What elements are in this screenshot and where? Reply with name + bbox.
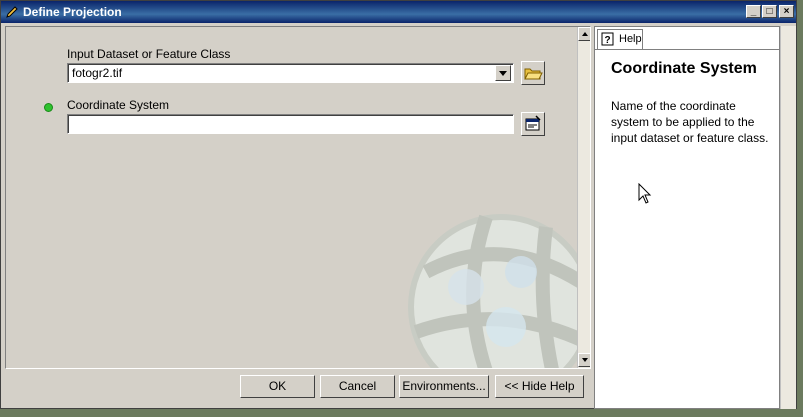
minimize-button[interactable]: _ bbox=[746, 5, 761, 18]
help-title: Coordinate System bbox=[611, 60, 757, 77]
svg-text:?: ? bbox=[605, 35, 611, 46]
coordinate-system-label: Coordinate System bbox=[67, 98, 170, 112]
help-icon: ? bbox=[601, 32, 614, 46]
parameters-pane: Input Dataset or Feature Class fotogr2.t… bbox=[5, 26, 591, 369]
parameters-scrollbar[interactable] bbox=[577, 27, 590, 368]
help-scrollbar[interactable] bbox=[780, 26, 796, 409]
chevron-up-icon bbox=[582, 32, 588, 36]
cancel-button[interactable]: Cancel bbox=[320, 375, 395, 398]
hide-help-button[interactable]: << Hide Help bbox=[495, 375, 584, 398]
help-tab[interactable]: ? Help bbox=[597, 29, 643, 49]
maximize-button[interactable]: □ bbox=[762, 5, 777, 18]
coordinate-system-properties-button[interactable] bbox=[521, 112, 545, 136]
close-button[interactable]: × bbox=[779, 5, 794, 18]
input-dataset-label: Input Dataset or Feature Class bbox=[67, 47, 231, 61]
help-description: Name of the coordinate system to be appl… bbox=[611, 99, 769, 145]
browse-dataset-button[interactable] bbox=[521, 61, 545, 85]
chevron-down-icon bbox=[499, 71, 507, 76]
help-tab-divider bbox=[595, 49, 779, 50]
define-projection-window: Define Projection _ □ × Input Dataset or… bbox=[0, 0, 797, 409]
globe-watermark-icon bbox=[408, 214, 590, 368]
ok-button[interactable]: OK bbox=[240, 375, 315, 398]
properties-icon bbox=[525, 115, 541, 131]
input-dataset-dropdown-button[interactable] bbox=[495, 65, 511, 81]
input-dataset-value: fotogr2.tif bbox=[72, 66, 123, 80]
pencil-icon bbox=[6, 6, 18, 18]
required-dot-icon bbox=[44, 103, 53, 112]
coordinate-system-input[interactable] bbox=[67, 114, 514, 134]
input-dataset-combo[interactable]: fotogr2.tif bbox=[67, 63, 514, 83]
environments-button[interactable]: Environments... bbox=[399, 375, 489, 398]
open-folder-icon bbox=[524, 68, 543, 80]
window-title: Define Projection bbox=[23, 5, 122, 19]
scroll-down-button[interactable] bbox=[578, 353, 590, 367]
help-pane: ? Help Coordinate System Name of the coo… bbox=[594, 26, 780, 409]
chevron-down-icon bbox=[582, 358, 588, 362]
mouse-pointer-icon bbox=[638, 183, 652, 204]
scroll-up-button[interactable] bbox=[578, 27, 590, 41]
title-bar[interactable]: Define Projection _ □ × bbox=[1, 1, 796, 23]
help-tab-label: Help bbox=[619, 33, 642, 45]
